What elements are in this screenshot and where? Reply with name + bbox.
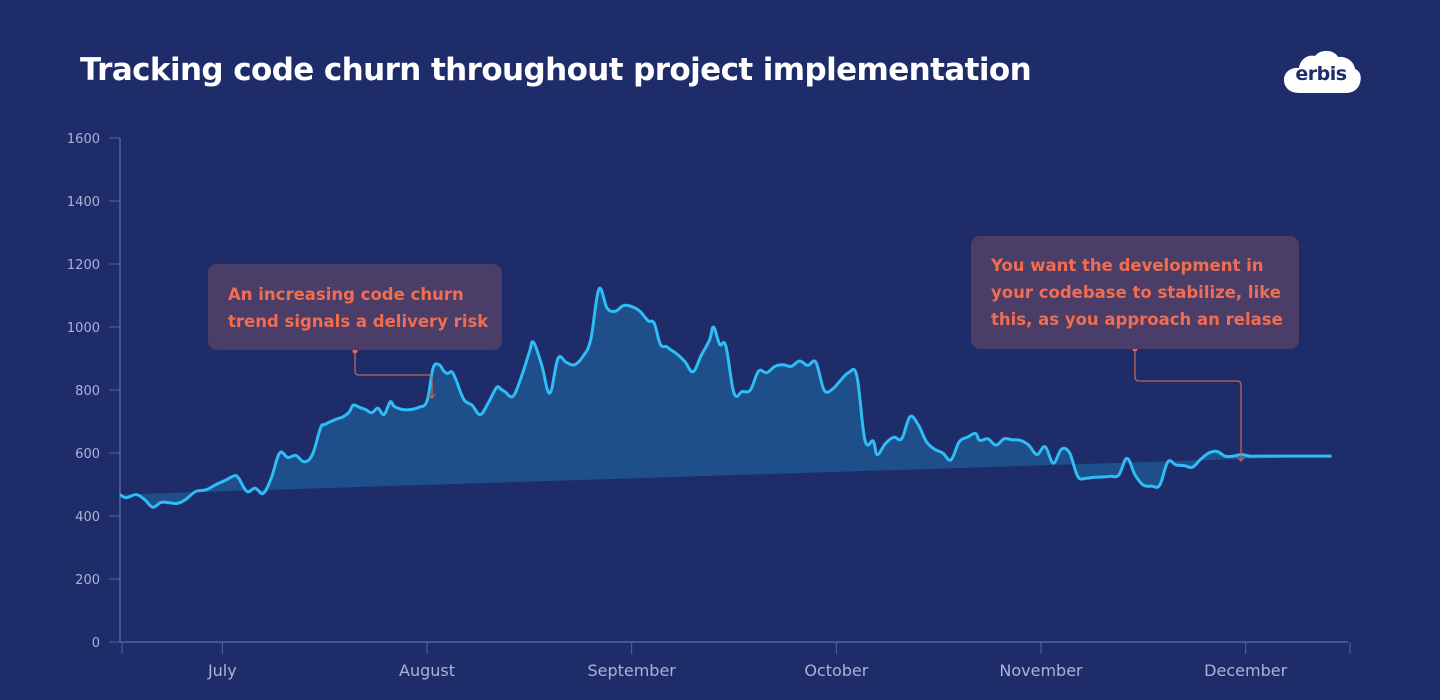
x-tick-label: December [1204, 661, 1287, 680]
y-tick-label: 1000 [67, 321, 100, 336]
callout-line: trend signals a delivery risk [228, 312, 489, 331]
x-tick-label: July [207, 661, 237, 680]
x-tick-label: August [399, 661, 455, 680]
y-tick-label: 1600 [67, 132, 100, 147]
callout-line: this, as you approach an relase [991, 310, 1283, 329]
x-axis: July August September October November Decemb… [120, 641, 1351, 680]
callout-line: An increasing code churn [228, 285, 464, 304]
connector-delivery-risk [352, 348, 436, 399]
y-tick-label: 400 [75, 510, 100, 525]
callout-stabilize: You want the development in your codebas… [971, 236, 1299, 349]
x-tick-label: November [999, 661, 1083, 680]
callout-delivery-risk: An increasing code churn trend signals a… [208, 264, 502, 350]
callout-line: your codebase to stabilize, like [991, 283, 1281, 302]
y-tick-label: 1400 [67, 195, 100, 210]
connector-stabilize [1132, 346, 1245, 462]
x-tick-label: September [587, 661, 676, 680]
callout-line: You want the development in [991, 256, 1264, 275]
x-tick-label: October [804, 661, 868, 680]
y-tick-label: 200 [75, 573, 100, 588]
y-tick-label: 600 [75, 447, 100, 462]
code-churn-chart: 0 200 400 600 800 1000 1200 1400 1600 July August… [67, 132, 1351, 680]
y-tick-label: 0 [92, 636, 100, 651]
y-axis: 0 200 400 600 800 1000 1200 1400 1600 [67, 132, 121, 651]
y-tick-label: 1200 [67, 258, 100, 273]
y-tick-label: 800 [75, 384, 100, 399]
